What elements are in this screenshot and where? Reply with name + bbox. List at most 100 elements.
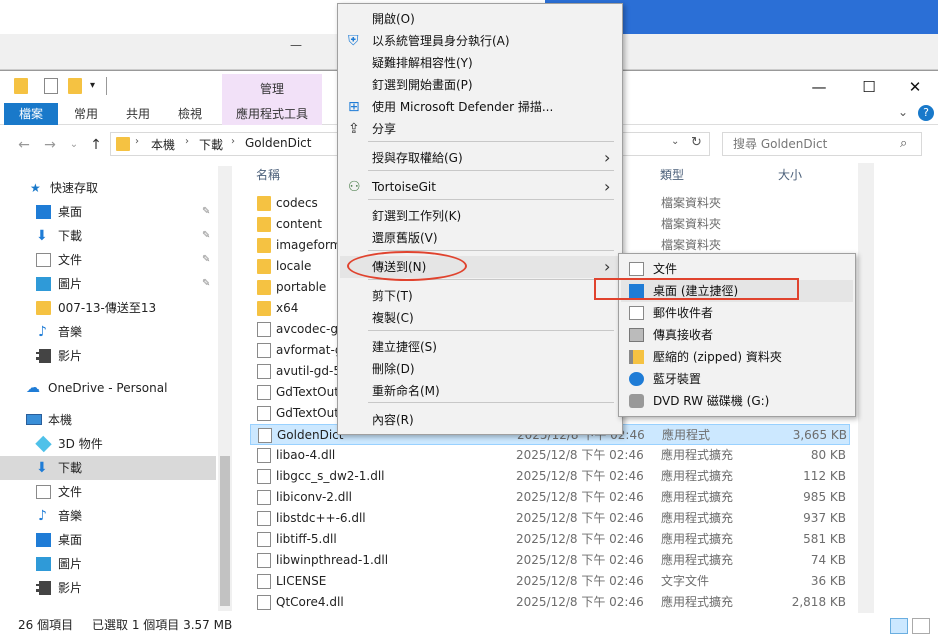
- submenu-item-fax-recipient[interactable]: 傳真接收者: [621, 324, 853, 346]
- file-name: imageform: [276, 238, 342, 252]
- details-view-icon[interactable]: [890, 618, 908, 634]
- file-name: GoldenDict: [277, 428, 344, 442]
- file-size: 74 KB: [810, 553, 846, 567]
- menu-item-pin-to-start[interactable]: 釘選到開始畫面(P): [340, 74, 620, 96]
- file-icon: [257, 364, 271, 379]
- file-type: 應用程式擴充: [661, 469, 734, 483]
- file-row[interactable]: libiconv-2.dll 2025/12/8 下午 02:46 應用程式擴充 98…: [250, 487, 850, 508]
- file-name: QtCore4.dll: [276, 595, 344, 609]
- menu-item-label: 釘選到開始畫面(P): [372, 78, 473, 92]
- file-size: 937 KB: [803, 511, 846, 525]
- file-size: 36 KB: [810, 574, 846, 588]
- bluetooth-icon: [629, 372, 644, 386]
- mail-icon: [629, 306, 644, 320]
- menu-item-run-as-admin[interactable]: ⛨ 以系統管理員身分執行(A): [340, 30, 620, 52]
- submenu-item-label: 郵件收件者: [653, 306, 714, 320]
- folder-icon: [257, 301, 271, 316]
- fax-icon: [629, 328, 644, 342]
- file-name: x64: [276, 301, 299, 315]
- selection-info: 已選取 1 個項目 3.57 MB: [92, 618, 233, 632]
- file-type: 應用程式擴充: [661, 553, 734, 567]
- dvd-drive-icon: [629, 394, 644, 408]
- menu-item-share[interactable]: ⇪ 分享: [340, 118, 620, 140]
- large-icons-view-icon[interactable]: [912, 618, 930, 634]
- file-name: avformat-g: [276, 343, 343, 357]
- file-icon: [257, 490, 271, 505]
- menu-separator: [368, 402, 614, 403]
- submenu-chevron-icon: ›: [604, 177, 611, 196]
- submenu-item-compressed-folder[interactable]: 壓縮的 (zipped) 資料夾: [621, 346, 853, 368]
- menu-item-label: 剪下(T): [372, 289, 413, 303]
- annotation-circle-send-to: [347, 251, 467, 281]
- menu-item-rename[interactable]: 重新命名(M): [340, 380, 620, 402]
- file-row[interactable]: LICENSE 2025/12/8 下午 02:46 文字文件 36 KB: [250, 571, 850, 592]
- file-row[interactable]: libao-4.dll 2025/12/8 下午 02:46 應用程式擴充 80 KB: [250, 445, 850, 466]
- menu-item-scan-defender[interactable]: ⊞ 使用 Microsoft Defender 掃描...: [340, 96, 620, 118]
- file-name: libstdc++-6.dll: [276, 511, 366, 525]
- menu-item-tortoisegit[interactable]: ⚇ TortoiseGit ›: [340, 176, 620, 198]
- menu-item-troubleshoot-compatibility[interactable]: 疑難排解相容性(Y): [340, 52, 620, 74]
- file-row[interactable]: libtiff-5.dll 2025/12/8 下午 02:46 應用程式擴充 581…: [250, 529, 850, 550]
- file-size: 581 KB: [803, 532, 846, 546]
- submenu-item-documents[interactable]: 文件: [621, 258, 853, 280]
- file-type: 檔案資料夾: [661, 217, 722, 231]
- menu-item-create-shortcut[interactable]: 建立捷徑(S): [340, 336, 620, 358]
- submenu-item-label: 壓縮的 (zipped) 資料夾: [653, 350, 782, 364]
- file-row[interactable]: libwinpthread-1.dll 2025/12/8 下午 02:46 應用程…: [250, 550, 850, 571]
- menu-item-cut[interactable]: 剪下(T): [340, 285, 620, 307]
- file-name: libtiff-5.dll: [276, 532, 337, 546]
- file-name: libwinpthread-1.dll: [276, 553, 389, 567]
- file-row[interactable]: QtCore4.dll 2025/12/8 下午 02:46 應用程式擴充 2,818…: [250, 592, 850, 613]
- submenu-chevron-icon: ›: [604, 257, 611, 276]
- menu-item-delete[interactable]: 刪除(D): [340, 358, 620, 380]
- menu-item-label: 內容(R): [372, 413, 414, 427]
- file-type: 應用程式擴充: [661, 532, 734, 546]
- background-minimize-button[interactable]: —: [290, 38, 304, 52]
- menu-item-restore-previous[interactable]: 還原舊版(V): [340, 227, 620, 249]
- item-count: 26 個項目: [18, 618, 74, 632]
- submenu-item-bluetooth-device[interactable]: 藍牙裝置: [621, 368, 853, 390]
- menu-item-label: 還原舊版(V): [372, 231, 438, 245]
- menu-item-label: 刪除(D): [372, 362, 415, 376]
- file-row[interactable]: libstdc++-6.dll 2025/12/8 下午 02:46 應用程式擴充 9…: [250, 508, 850, 529]
- file-size: 112 KB: [803, 469, 846, 483]
- submenu-chevron-icon: ›: [604, 148, 611, 167]
- file-icon: [257, 511, 271, 526]
- menu-item-label: 開啟(O): [372, 12, 415, 26]
- file-date: 2025/12/8 下午 02:46: [516, 553, 644, 567]
- submenu-item-label: 藍牙裝置: [653, 372, 702, 386]
- menu-item-label: 疑難排解相容性(Y): [372, 56, 473, 70]
- folder-icon: [257, 280, 271, 295]
- file-type: 應用程式: [662, 428, 711, 442]
- file-date: 2025/12/8 下午 02:46: [516, 469, 644, 483]
- file-name: libiconv-2.dll: [276, 490, 353, 504]
- file-icon: [257, 469, 271, 484]
- submenu-item-dvd-drive[interactable]: DVD RW 磁碟機 (G:): [621, 390, 853, 412]
- file-row[interactable]: libgcc_s_dw2-1.dll 2025/12/8 下午 02:46 應用程式…: [250, 466, 850, 487]
- file-icon: [257, 385, 271, 400]
- status-bar: 26 個項目 已選取 1 個項目 3.57 MB: [0, 613, 938, 637]
- menu-item-label: 釘選到工作列(K): [372, 209, 462, 223]
- file-name: avcodec-g: [276, 322, 338, 336]
- file-icon: [257, 574, 271, 589]
- file-icon: [257, 553, 271, 568]
- menu-item-properties[interactable]: 內容(R): [340, 409, 620, 431]
- submenu-item-mail-recipient[interactable]: 郵件收件者: [621, 302, 853, 324]
- document-icon: [629, 262, 644, 276]
- menu-item-label: 以系統管理員身分執行(A): [372, 34, 510, 48]
- menu-item-open[interactable]: 開啟(O): [340, 8, 620, 30]
- file-name: locale: [276, 259, 312, 273]
- folder-icon: [257, 259, 271, 274]
- file-list-scrollbar[interactable]: [858, 163, 874, 613]
- file-date: 2025/12/8 下午 02:46: [516, 448, 644, 462]
- menu-separator: [368, 199, 614, 200]
- folder-icon: [257, 217, 271, 232]
- menu-item-pin-to-taskbar[interactable]: 釘選到工作列(K): [340, 205, 620, 227]
- menu-item-copy[interactable]: 複製(C): [340, 307, 620, 329]
- app-icon: [258, 428, 272, 443]
- file-name: avutil-gd-5: [276, 364, 341, 378]
- defender-icon: ⊞: [348, 99, 360, 115]
- file-date: 2025/12/8 下午 02:46: [516, 574, 644, 588]
- menu-item-give-access[interactable]: 授與存取權給(G) ›: [340, 147, 620, 169]
- menu-item-label: TortoiseGit: [372, 180, 436, 194]
